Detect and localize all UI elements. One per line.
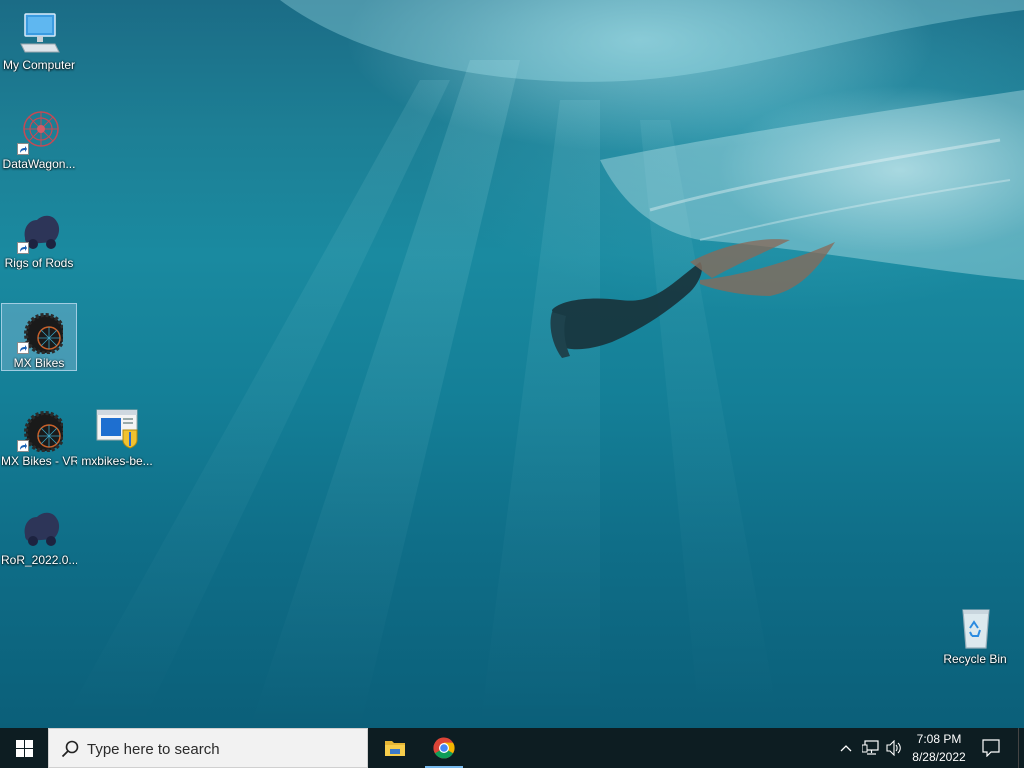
taskbar-app-chrome[interactable] bbox=[421, 728, 467, 768]
windows-logo-icon bbox=[16, 740, 33, 757]
recycle-bin-icon bbox=[951, 604, 999, 650]
clock-date: 8/28/2022 bbox=[912, 750, 966, 764]
mx-bikes-icon bbox=[15, 308, 66, 355]
computer-icon bbox=[15, 10, 63, 56]
desktop-icon-rigs-of-rods[interactable]: Rigs of Rods bbox=[1, 204, 77, 270]
taskbar-search[interactable] bbox=[48, 728, 368, 768]
desktop-icon-mx-bikes[interactable]: MX Bikes bbox=[1, 303, 77, 371]
desktop-icon-label: My Computer bbox=[2, 58, 76, 72]
chevron-up-icon bbox=[840, 745, 852, 752]
desktop-icon-mx-bikes-vr[interactable]: MX Bikes - VR bbox=[1, 402, 77, 468]
search-input[interactable] bbox=[87, 737, 357, 761]
rigs-of-rods-icon bbox=[15, 208, 63, 254]
desktop-icon-recycle-bin[interactable]: Recycle Bin bbox=[937, 600, 1013, 666]
taskbar: 7:08 PM 8/28/2022 bbox=[0, 728, 1024, 768]
desktop-icon-mxbikes-beta[interactable]: mxbikes-be... bbox=[79, 402, 155, 468]
shortcut-arrow-icon bbox=[17, 342, 29, 354]
ror-installer-icon bbox=[15, 505, 63, 551]
taskbar-clock[interactable]: 7:08 PM 8/28/2022 bbox=[902, 728, 976, 768]
desktop-icon-datawagon[interactable]: DataWagon... bbox=[1, 105, 77, 171]
network-icon bbox=[862, 740, 879, 755]
desktop-wallpaper bbox=[0, 0, 1024, 728]
taskbar-app-file-explorer[interactable] bbox=[372, 728, 418, 768]
desktop-icon-label: MX Bikes bbox=[13, 356, 65, 370]
wallpaper-art bbox=[60, 0, 1024, 728]
datawagon-icon bbox=[15, 109, 63, 155]
search-icon bbox=[61, 740, 79, 758]
tray-network[interactable] bbox=[858, 728, 882, 768]
shortcut-arrow-icon bbox=[17, 143, 29, 155]
clock-time: 7:08 PM bbox=[916, 732, 962, 746]
desktop-icon-label: mxbikes-be... bbox=[81, 454, 153, 468]
tray-overflow-button[interactable] bbox=[836, 728, 856, 768]
desktop-icon-label: DataWagon... bbox=[2, 157, 76, 171]
action-center-button[interactable] bbox=[976, 728, 1008, 768]
shortcut-arrow-icon bbox=[17, 242, 29, 254]
desktop-icon-ror-installer[interactable]: RoR_2022.0... bbox=[1, 501, 77, 567]
mx-bikes-vr-icon bbox=[15, 406, 66, 453]
start-button[interactable] bbox=[0, 728, 48, 768]
desktop-icon-my-computer[interactable]: My Computer bbox=[1, 6, 77, 72]
chrome-icon bbox=[433, 737, 455, 759]
show-desktop-button[interactable] bbox=[1018, 728, 1024, 768]
desktop-icon-label: MX Bikes - VR bbox=[1, 454, 77, 468]
notification-icon bbox=[982, 739, 1000, 757]
installer-icon bbox=[93, 406, 141, 452]
desktop-icon-label: RoR_2022.0... bbox=[1, 553, 77, 567]
shortcut-arrow-icon bbox=[17, 440, 29, 452]
tray-volume[interactable] bbox=[882, 728, 904, 768]
folder-icon bbox=[385, 741, 405, 756]
desktop-icon-label: Recycle Bin bbox=[943, 652, 1007, 666]
desktop-icon-label: Rigs of Rods bbox=[4, 256, 74, 270]
